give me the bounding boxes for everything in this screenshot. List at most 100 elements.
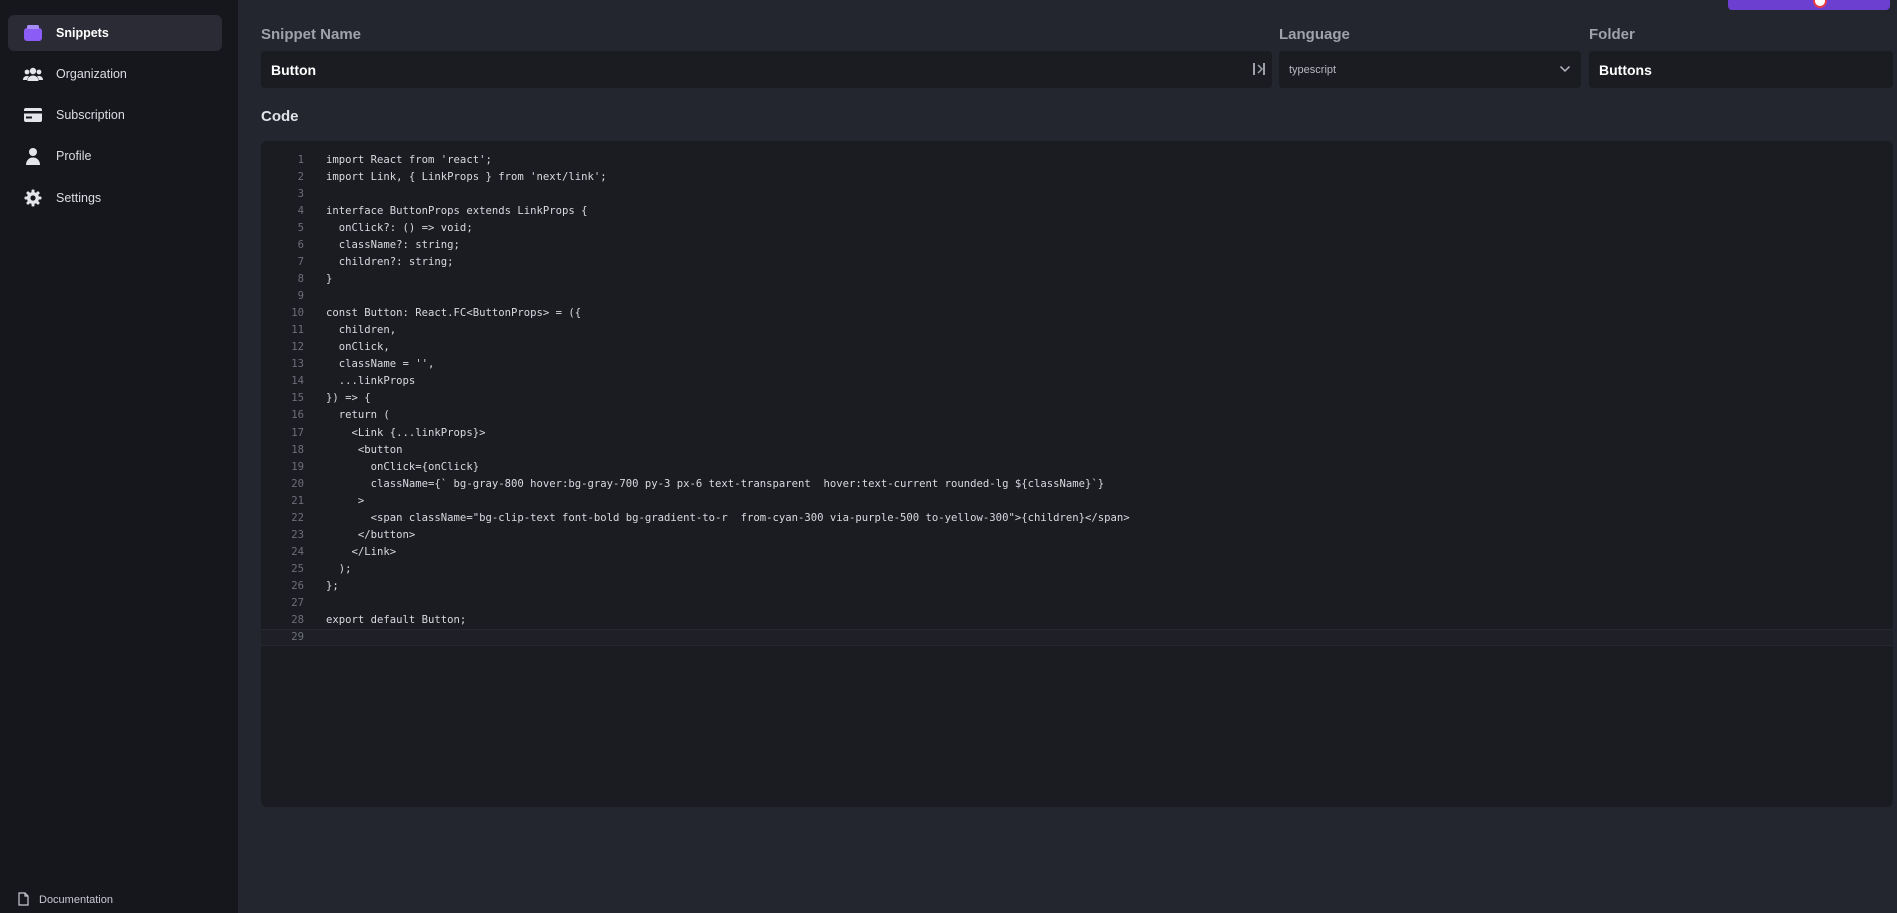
gear-icon (22, 187, 44, 209)
line-number: 11 (291, 324, 304, 337)
line-number: 4 (297, 204, 304, 217)
snippet-name-input[interactable] (271, 61, 1262, 78)
snippets-icon (22, 22, 44, 44)
line-text: className = '', (326, 358, 435, 371)
sidebar-item-snippets[interactable]: Snippets (8, 15, 222, 51)
line-number: 24 (291, 545, 304, 558)
code-line[interactable]: 20 className={` bg-gray-800 hover:bg-gra… (261, 475, 1893, 492)
code-line[interactable]: 11 children, (261, 322, 1893, 339)
sidebar-item-label: Snippets (56, 26, 109, 40)
line-text: const Button: React.FC<ButtonProps> = ({ (326, 307, 582, 320)
code-line[interactable]: 13 className = '', (261, 356, 1893, 373)
code-line[interactable]: 21 > (261, 492, 1893, 509)
language-select[interactable]: typescript (1279, 51, 1581, 88)
sidebar-item-label: Profile (56, 149, 92, 163)
line-text: ...linkProps (326, 375, 416, 388)
line-text: ); (326, 563, 352, 576)
line-text: return ( (326, 409, 390, 422)
line-text: children, (326, 324, 397, 337)
code-line[interactable]: 2 import Link, { LinkProps } from 'next/l… (261, 168, 1893, 185)
card-icon (22, 104, 44, 126)
line-number: 7 (297, 255, 304, 268)
code-line[interactable]: 6 className?: string; (261, 236, 1893, 253)
line-number: 18 (291, 443, 304, 456)
line-number: 2 (297, 170, 304, 183)
code-line[interactable]: 28 export default Button; (261, 612, 1893, 629)
line-number: 9 (297, 290, 304, 303)
line-number: 27 (291, 597, 304, 610)
line-number: 22 (291, 511, 304, 524)
line-text: onClick, (326, 341, 390, 354)
sidebar-item-profile[interactable]: Profile (8, 138, 222, 174)
code-line[interactable]: 15 }) => { (261, 390, 1893, 407)
language-selected-value: typescript (1289, 63, 1337, 76)
line-number: 21 (291, 494, 304, 507)
line-text: </Link> (326, 545, 397, 558)
sidebar-item-subscription[interactable]: Subscription (8, 97, 222, 133)
line-number: 1 (297, 153, 304, 166)
line-text: }; (326, 580, 339, 593)
users-icon (22, 63, 44, 85)
resize-handle-icon[interactable] (1252, 61, 1266, 82)
top-action-button[interactable] (1728, 0, 1890, 10)
line-number: 17 (291, 426, 304, 439)
code-line[interactable]: 12 onClick, (261, 339, 1893, 356)
line-number: 26 (291, 580, 304, 593)
sidebar-item-organization[interactable]: Organization (8, 56, 222, 92)
line-number: 12 (291, 341, 304, 354)
line-text: } (326, 272, 333, 285)
code-editor[interactable]: 1 import React from 'react'; 2 import Link,… (261, 141, 1893, 807)
code-line[interactable]: 4 interface ButtonProps extends LinkProps… (261, 202, 1893, 219)
code-line[interactable]: 23 </button> (261, 526, 1893, 543)
line-number: 6 (297, 238, 304, 251)
sidebar-item-settings[interactable]: Settings (8, 180, 222, 216)
line-number: 15 (291, 392, 304, 405)
documentation-link[interactable]: Documentation (18, 891, 113, 909)
language-label: Language (1279, 26, 1350, 43)
code-line[interactable]: 25 ); (261, 561, 1893, 578)
line-number: 5 (297, 221, 304, 234)
code-line[interactable]: 18 <button (261, 441, 1893, 458)
code-line[interactable]: 19 onClick={onClick} (261, 458, 1893, 475)
line-number: 16 (291, 409, 304, 422)
folder-field[interactable] (1589, 51, 1893, 88)
line-text: className?: string; (326, 238, 460, 251)
line-text: <Link {...linkProps}> (326, 426, 486, 439)
line-number: 13 (291, 358, 304, 371)
code-line[interactable]: 16 return ( (261, 407, 1893, 424)
chevron-down-icon (1559, 64, 1571, 76)
line-text: children?: string; (326, 255, 454, 268)
code-line[interactable]: 1 import React from 'react'; (261, 151, 1893, 168)
line-text: <button (326, 443, 403, 456)
folder-input[interactable] (1599, 61, 1883, 78)
line-number: 19 (291, 460, 304, 473)
code-line[interactable]: 8} (261, 270, 1893, 287)
code-line[interactable]: 7 children?: string; (261, 253, 1893, 270)
snippet-name-field[interactable] (261, 51, 1272, 88)
code-line[interactable]: 5 onClick?: () => void; (261, 219, 1893, 236)
code-line[interactable]: 10 const Button: React.FC<ButtonProps> = … (261, 305, 1893, 322)
code-line[interactable]: 22 <span className="bg-clip-text font-bo… (261, 509, 1893, 526)
line-number: 29 (291, 631, 304, 644)
sidebar: Snippets Organization Subscription Profi… (0, 0, 238, 913)
code-line[interactable]: 29 (261, 628, 1893, 646)
person-icon (22, 145, 44, 167)
sidebar-item-label: Subscription (56, 108, 125, 122)
folder-label: Folder (1589, 26, 1635, 43)
line-text: }) => { (326, 392, 371, 405)
line-text: interface ButtonProps extends LinkProps … (326, 204, 588, 217)
line-text: <span className="bg-clip-text font-bold … (326, 511, 1130, 524)
code-line[interactable]: 9 (261, 288, 1893, 305)
code-line[interactable]: 27 (261, 595, 1893, 612)
line-number: 23 (291, 528, 304, 541)
line-text: onClick?: () => void; (326, 221, 473, 234)
no-entry-icon (1813, 0, 1827, 8)
line-number: 25 (291, 563, 304, 576)
line-number: 28 (291, 614, 304, 627)
code-line[interactable]: 26}; (261, 578, 1893, 595)
line-text: import React from 'react'; (326, 153, 492, 166)
code-line[interactable]: 24 </Link> (261, 543, 1893, 560)
code-line[interactable]: 3 (261, 185, 1893, 202)
code-line[interactable]: 17 <Link {...linkProps}> (261, 424, 1893, 441)
code-line[interactable]: 14 ...linkProps (261, 373, 1893, 390)
